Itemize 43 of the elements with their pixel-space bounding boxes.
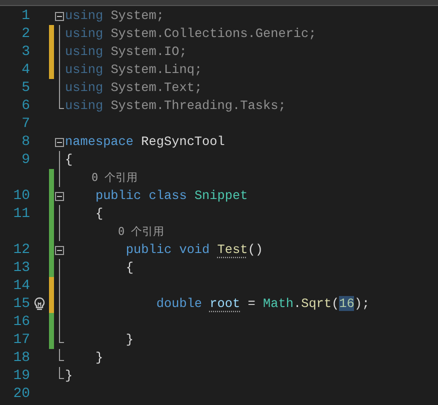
code-line: {: [94, 205, 104, 224]
collapse-icon[interactable]: [55, 246, 64, 254]
line-number: 11: [13, 206, 30, 222]
reference-count[interactable]: 0 个引用: [64, 170, 138, 186]
line-number: 9: [22, 152, 30, 168]
reference-count[interactable]: 0 个引用: [64, 224, 164, 240]
line-number: 14: [13, 278, 30, 294]
line-number: 2: [22, 26, 30, 42]
code-line: }: [94, 349, 104, 368]
line-number: 6: [22, 98, 30, 114]
line-number: 3: [22, 44, 30, 60]
line-number: 18: [13, 350, 30, 366]
line-number: 15: [13, 296, 30, 312]
line-number: 5: [22, 80, 30, 96]
code-line: {: [124, 259, 134, 278]
line-number: 20: [13, 386, 30, 402]
collapse-icon[interactable]: [55, 192, 64, 200]
code-line: double root = Math.Sqrt(16);: [155, 295, 370, 314]
line-number: 17: [13, 332, 30, 348]
line-number: 12: [13, 242, 30, 258]
code-line: namespace RegSyncTool: [64, 133, 225, 152]
line-number: 13: [13, 260, 30, 276]
line-number: 8: [22, 134, 30, 150]
collapse-icon[interactable]: [55, 12, 64, 20]
code-line: using System;: [64, 7, 164, 26]
code-line: using System.Threading.Tasks;: [64, 97, 286, 116]
line-number: 16: [13, 314, 30, 330]
line-number: 7: [22, 116, 30, 132]
code-line: {: [64, 151, 73, 170]
code-line: }: [64, 367, 73, 386]
code-line: using System.Collections.Generic;: [64, 25, 316, 44]
code-line: using System.Text;: [64, 79, 202, 98]
code-line: public void Test(): [124, 241, 263, 260]
code-line: public class Snippet: [94, 187, 248, 206]
code-line: using System.Linq;: [64, 61, 202, 80]
line-number: 4: [22, 62, 30, 78]
lightbulb-icon[interactable]: [34, 297, 45, 311]
line-number: 10: [13, 188, 30, 204]
code-line: }: [124, 331, 134, 350]
line-number: 1: [22, 8, 30, 24]
collapse-icon[interactable]: [55, 138, 64, 146]
code-line: using System.IO;: [64, 43, 187, 62]
line-number: 19: [13, 368, 30, 384]
